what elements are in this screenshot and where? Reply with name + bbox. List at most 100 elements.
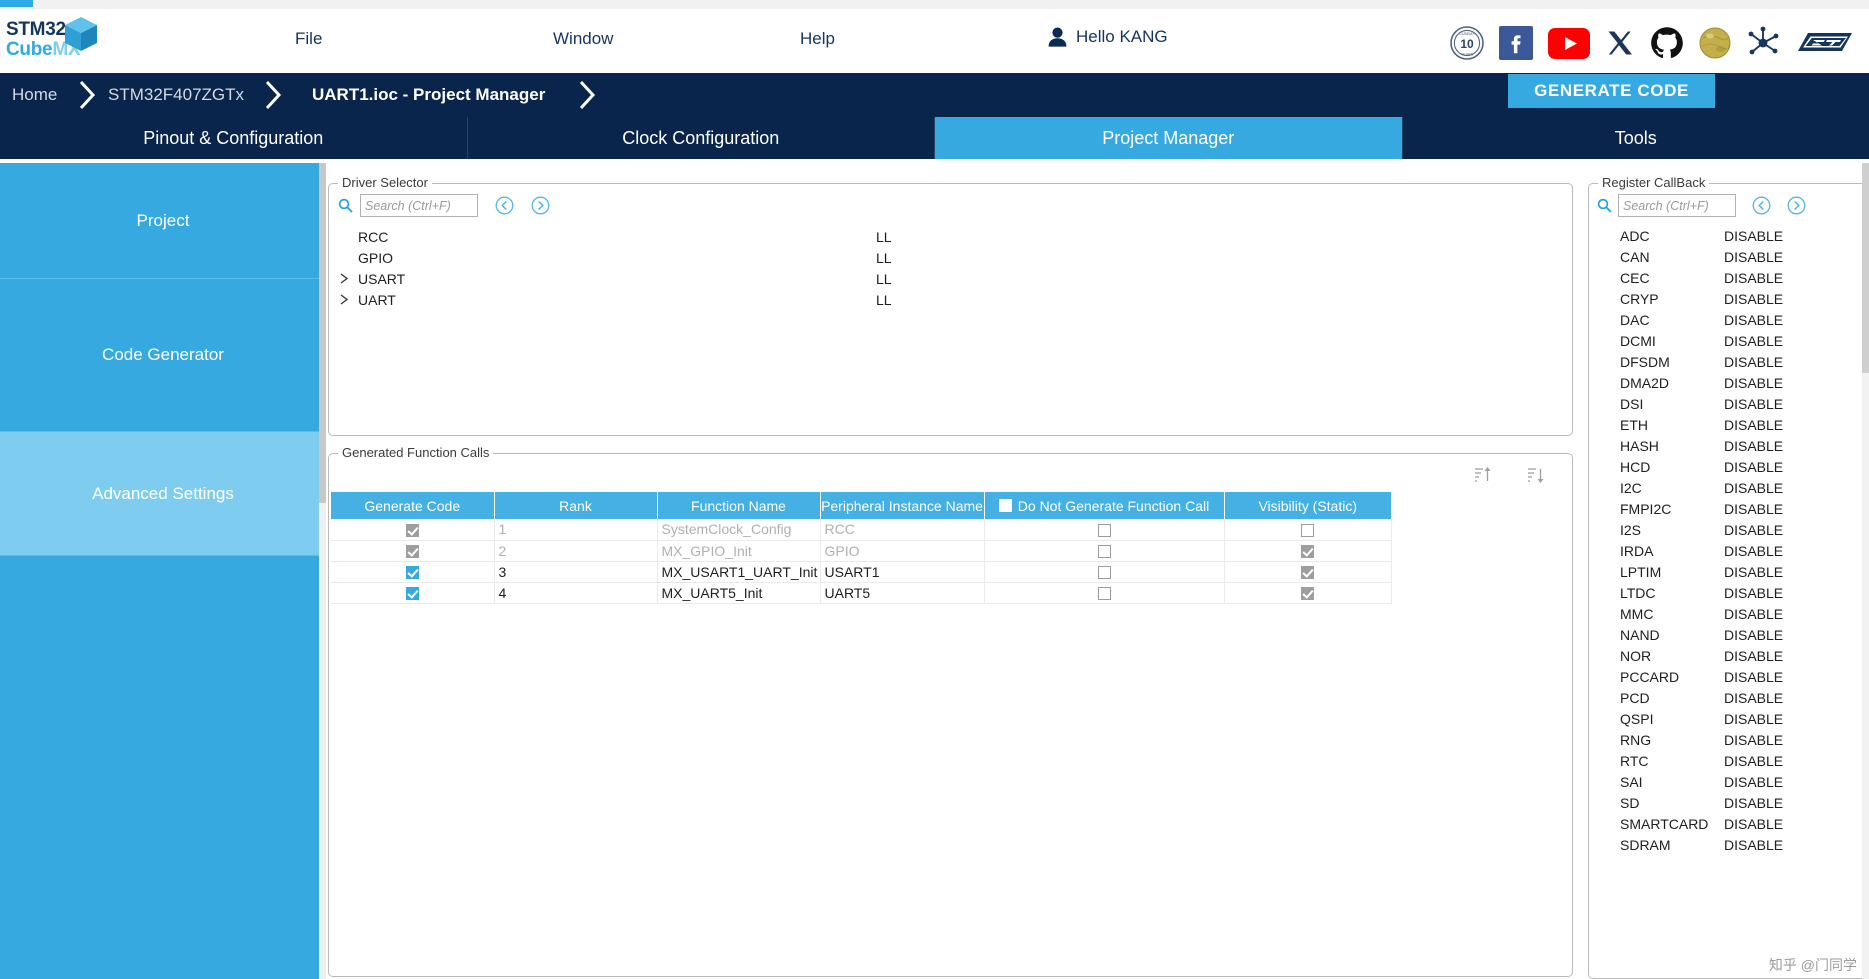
register-callback-row[interactable]: NOR DISABLE: [1590, 646, 1860, 667]
table-row[interactable]: 1 SystemClock_Config RCC: [331, 519, 1392, 541]
facebook-icon[interactable]: [1499, 26, 1533, 60]
chevron-right-icon[interactable]: [339, 272, 350, 285]
register-callback-row[interactable]: PCCARD DISABLE: [1590, 667, 1860, 688]
register-callback-row-value[interactable]: DISABLE: [1724, 312, 1783, 328]
register-callback-row-value[interactable]: DISABLE: [1724, 522, 1783, 538]
register-callback-row[interactable]: ADC DISABLE: [1590, 226, 1860, 247]
register-callback-row-value[interactable]: DISABLE: [1724, 648, 1783, 664]
do-not-generate-checkbox[interactable]: [1097, 545, 1111, 559]
st-logo-icon[interactable]: [1795, 26, 1855, 60]
register-callback-row-value[interactable]: DISABLE: [1724, 585, 1783, 601]
collapse-all-icon[interactable]: [1752, 196, 1771, 215]
sidebar-item-code-generator[interactable]: Code Generator: [0, 279, 326, 432]
generate-code-checkbox[interactable]: [405, 566, 419, 580]
do-not-generate-checkbox[interactable]: [1097, 524, 1111, 538]
register-callback-row-value[interactable]: DISABLE: [1724, 249, 1783, 265]
register-callback-row[interactable]: CRYP DISABLE: [1590, 289, 1860, 310]
sort-descending-icon[interactable]: [1527, 466, 1545, 484]
register-callback-row-value[interactable]: DISABLE: [1724, 690, 1783, 706]
tab-tools[interactable]: Tools: [1403, 117, 1869, 159]
column-header-visibility-static[interactable]: Visibility (Static): [1224, 492, 1391, 519]
register-callback-row-value[interactable]: DISABLE: [1724, 627, 1783, 643]
sort-ascending-icon[interactable]: [1474, 466, 1492, 484]
column-header-rank[interactable]: Rank: [494, 492, 658, 519]
driver-selector-search-input[interactable]: [360, 194, 478, 217]
register-callback-row-value[interactable]: DISABLE: [1724, 438, 1783, 454]
register-callback-row[interactable]: I2S DISABLE: [1590, 520, 1860, 541]
generate-code-checkbox[interactable]: [405, 587, 419, 601]
cell-do-not-generate[interactable]: [984, 540, 1225, 562]
tab-clock-configuration[interactable]: Clock Configuration: [468, 117, 935, 159]
sidebar-scrollbar[interactable]: [319, 163, 326, 979]
menu-item-window[interactable]: Window: [553, 29, 613, 49]
register-callback-row[interactable]: CEC DISABLE: [1590, 268, 1860, 289]
register-callback-row-value[interactable]: DISABLE: [1724, 564, 1783, 580]
menu-item-help[interactable]: Help: [800, 29, 835, 49]
register-callback-row[interactable]: SDRAM DISABLE: [1590, 835, 1860, 856]
register-callback-row[interactable]: HCD DISABLE: [1590, 457, 1860, 478]
register-callback-row[interactable]: ETH DISABLE: [1590, 415, 1860, 436]
register-callback-row-value[interactable]: DISABLE: [1724, 732, 1783, 748]
driver-row[interactable]: UART LL: [330, 289, 1571, 310]
register-callback-row[interactable]: I2C DISABLE: [1590, 478, 1860, 499]
register-callback-row-value[interactable]: DISABLE: [1724, 795, 1783, 811]
register-callback-row-value[interactable]: DISABLE: [1724, 774, 1783, 790]
wikipedia-icon[interactable]: [1699, 27, 1731, 59]
register-callback-row[interactable]: IRDA DISABLE: [1590, 541, 1860, 562]
register-callback-row-value[interactable]: DISABLE: [1724, 375, 1783, 391]
cell-do-not-generate[interactable]: [984, 561, 1225, 583]
column-header-generate-code[interactable]: Generate Code: [331, 492, 495, 519]
expand-all-icon[interactable]: [531, 196, 550, 215]
register-callback-row-value[interactable]: DISABLE: [1724, 480, 1783, 496]
cell-generate-code[interactable]: [331, 519, 495, 541]
tab-project-manager[interactable]: Project Manager: [935, 117, 1403, 159]
register-callback-row[interactable]: SMARTCARD DISABLE: [1590, 814, 1860, 835]
register-callback-row-value[interactable]: DISABLE: [1724, 753, 1783, 769]
table-row[interactable]: 4 MX_UART5_Init UART5: [331, 582, 1392, 604]
register-callback-row[interactable]: CAN DISABLE: [1590, 247, 1860, 268]
driver-row[interactable]: GPIO LL: [330, 247, 1571, 268]
do-not-generate-checkbox[interactable]: [1097, 587, 1111, 601]
register-callback-row[interactable]: DMA2D DISABLE: [1590, 373, 1860, 394]
visibility-static-checkbox[interactable]: [1301, 587, 1314, 601]
register-callback-row[interactable]: DAC DISABLE: [1590, 310, 1860, 331]
driver-row[interactable]: RCC LL: [330, 226, 1571, 247]
register-callback-row[interactable]: DCMI DISABLE: [1590, 331, 1860, 352]
register-callback-row-value[interactable]: DISABLE: [1724, 333, 1783, 349]
github-icon[interactable]: [1650, 26, 1684, 60]
breadcrumb-item-current[interactable]: UART1.ioc - Project Manager: [312, 73, 545, 117]
register-callback-scrollbar[interactable]: [1862, 163, 1869, 979]
cell-generate-code[interactable]: [331, 582, 495, 604]
cell-visibility-static[interactable]: [1224, 582, 1392, 604]
register-callback-row-value[interactable]: DISABLE: [1724, 228, 1783, 244]
register-callback-row[interactable]: PCD DISABLE: [1590, 688, 1860, 709]
register-callback-row-value[interactable]: DISABLE: [1724, 291, 1783, 307]
do-not-generate-header-checkbox[interactable]: [998, 499, 1012, 512]
visibility-static-checkbox[interactable]: [1301, 524, 1314, 538]
register-callback-row[interactable]: MMC DISABLE: [1590, 604, 1860, 625]
register-callback-scrollbar-thumb[interactable]: [1862, 163, 1869, 373]
register-callback-row-value[interactable]: DISABLE: [1724, 417, 1783, 433]
menu-item-file[interactable]: File: [295, 29, 322, 49]
generate-code-checkbox[interactable]: [405, 524, 419, 538]
driver-row[interactable]: USART LL: [330, 268, 1571, 289]
ten-years-badge-icon[interactable]: 10 CUBEMX YEARS: [1450, 26, 1484, 60]
cell-generate-code[interactable]: [331, 561, 495, 583]
register-callback-row[interactable]: LTDC DISABLE: [1590, 583, 1860, 604]
cell-visibility-static[interactable]: [1224, 519, 1392, 541]
cell-visibility-static[interactable]: [1224, 540, 1392, 562]
visibility-static-checkbox[interactable]: [1301, 545, 1314, 559]
do-not-generate-checkbox[interactable]: [1097, 566, 1111, 580]
generate-code-button[interactable]: GENERATE CODE: [1508, 74, 1715, 108]
column-header-do-not-generate-function-call[interactable]: Do Not Generate Function Call: [984, 492, 1225, 519]
table-row[interactable]: 2 MX_GPIO_Init GPIO: [331, 540, 1392, 562]
sidebar-item-project[interactable]: Project: [0, 163, 326, 279]
expand-all-icon[interactable]: [1787, 196, 1806, 215]
sidebar-scrollbar-thumb[interactable]: [319, 163, 326, 503]
register-callback-row-value[interactable]: DISABLE: [1724, 606, 1783, 622]
cell-do-not-generate[interactable]: [984, 519, 1225, 541]
register-callback-row[interactable]: NAND DISABLE: [1590, 625, 1860, 646]
cell-visibility-static[interactable]: [1224, 561, 1392, 583]
register-callback-row[interactable]: RNG DISABLE: [1590, 730, 1860, 751]
register-callback-row[interactable]: RTC DISABLE: [1590, 751, 1860, 772]
